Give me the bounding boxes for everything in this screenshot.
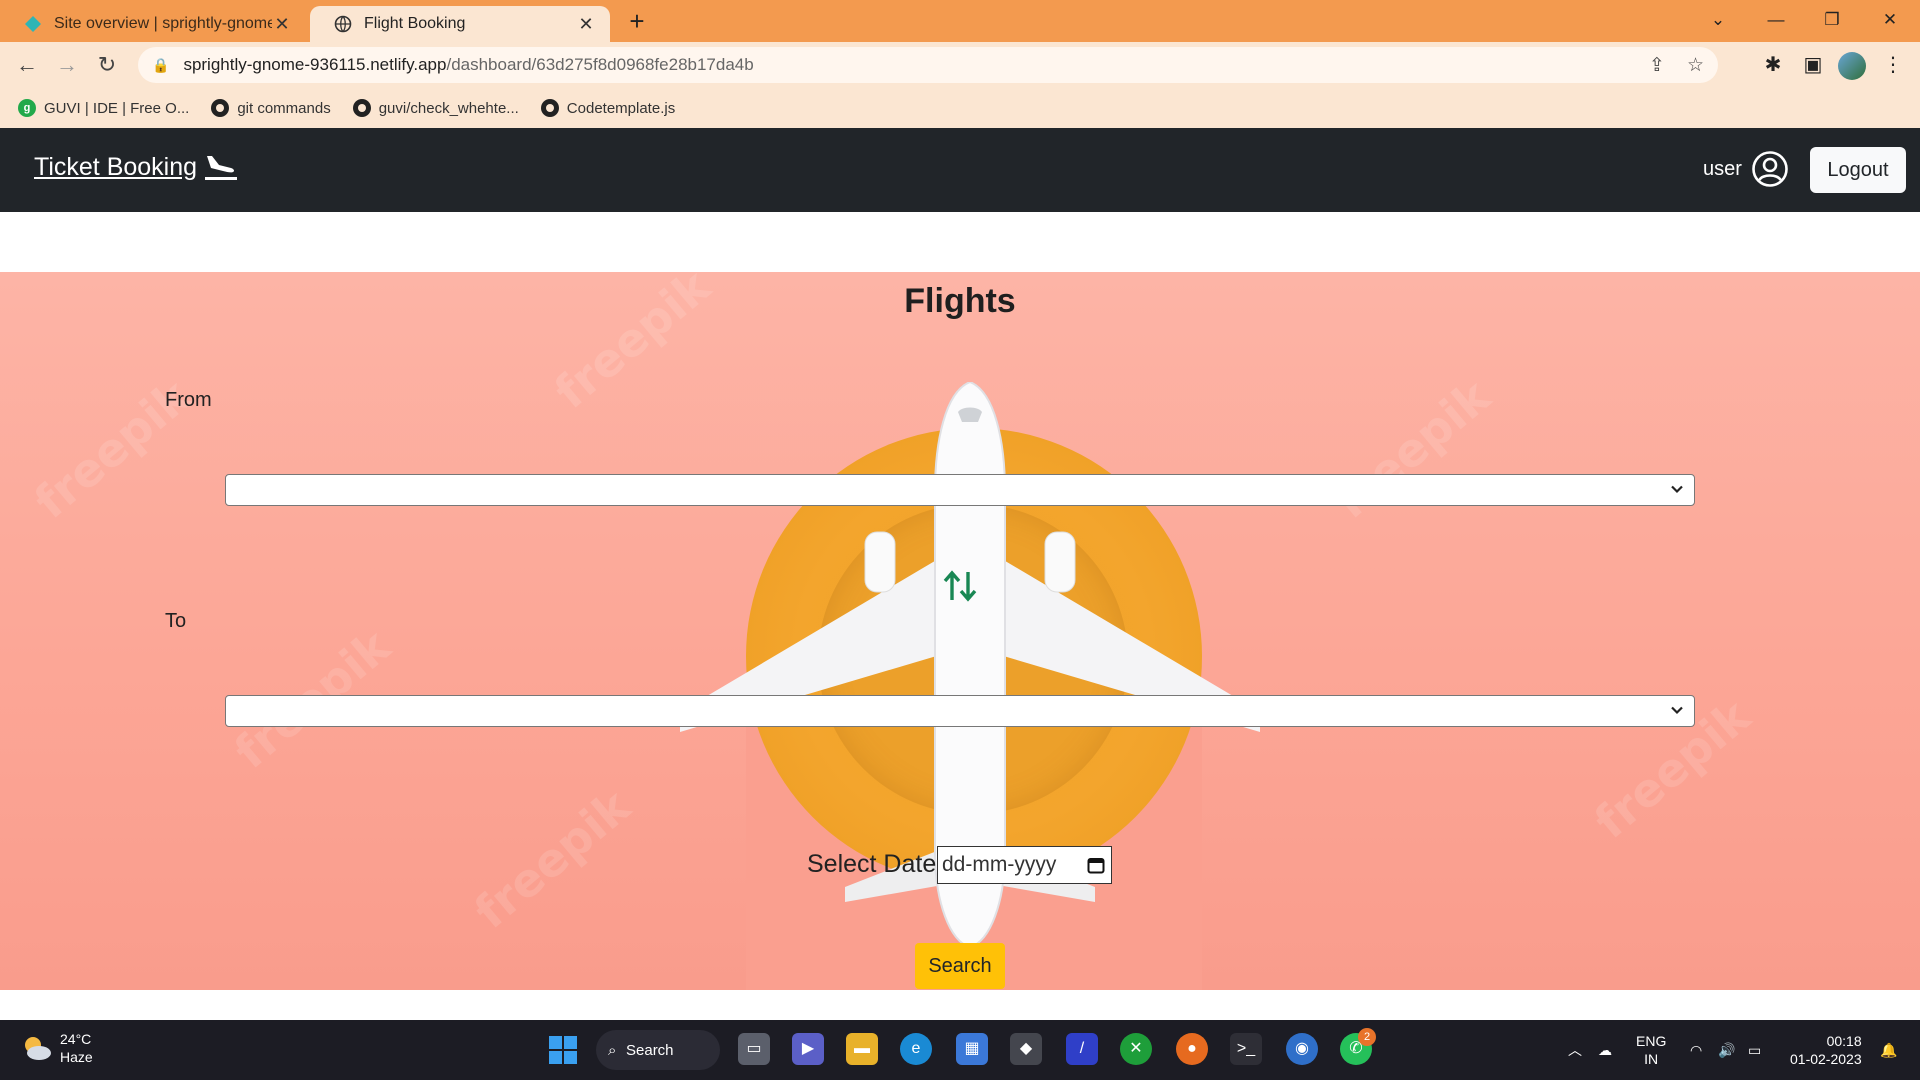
bookmark-guvi-check[interactable]: guvi/check_whehte... (352, 99, 519, 117)
weather-text: 24°C Haze (60, 1030, 93, 1066)
to-select[interactable] (225, 695, 1695, 727)
brand-link[interactable]: Ticket Booking (34, 152, 239, 182)
bookmark-star-icon[interactable]: ☆ (1687, 54, 1704, 77)
search-icon: ⌕ (608, 1041, 617, 1059)
from-select[interactable] (225, 474, 1695, 506)
page-footer-space (0, 990, 1920, 1020)
date-label: Select Date: (807, 850, 944, 878)
taskbar-search[interactable]: ⌕ Search (596, 1030, 720, 1070)
lock-icon[interactable]: 🔒 (152, 57, 169, 74)
browser-tab-strip: Site overview | sprightly-gnome-936115 ✕… (0, 0, 1920, 42)
clock-date: 01-02-2023 (1790, 1051, 1862, 1067)
reload-icon[interactable]: ↻ (92, 50, 122, 80)
bookmark-label: guvi/check_whehte... (378, 99, 519, 117)
extensions-icon[interactable]: ✱ (1758, 50, 1788, 80)
system-clock[interactable]: 00:18 01-02-2023 (1790, 1032, 1862, 1068)
github-icon (540, 99, 559, 117)
minimize-button[interactable]: — (1748, 0, 1804, 40)
editor-app-icon[interactable]: / (1066, 1033, 1098, 1065)
share-icon[interactable]: ⇪ (1649, 54, 1665, 77)
notification-badge: 2 (1358, 1028, 1376, 1046)
taskbar-search-label: Search (626, 1041, 674, 1059)
bookmark-git-commands[interactable]: git commands (211, 99, 331, 117)
unity-icon[interactable]: ◆ (1010, 1033, 1042, 1065)
tab-search-icon[interactable]: ⌄ (1690, 0, 1746, 40)
onedrive-icon[interactable]: ☁ (1598, 1020, 1612, 1080)
url-path: /dashboard/63d275f8d0968fe28b17da4b (446, 55, 754, 74)
bookmark-codetemplate[interactable]: Codetemplate.js (540, 99, 676, 117)
spacer (0, 212, 1920, 272)
flight-search-section: freepik freepik freepik freepik freepik … (0, 272, 1920, 990)
netlify-icon (25, 16, 41, 32)
chevron-down-icon (1671, 706, 1683, 715)
tab-title: Flight Booking (364, 15, 466, 32)
address-bar[interactable]: 🔒 sprightly-gnome-936115.netlify.app/das… (138, 47, 1718, 83)
close-tab-icon[interactable]: ✕ (576, 14, 596, 35)
airplane-landing-icon (205, 156, 238, 180)
notifications-icon[interactable]: 🔔 (1880, 1020, 1897, 1080)
github-icon (211, 99, 230, 117)
menu-icon[interactable]: ⋮ (1878, 50, 1908, 80)
weather-haze-icon (25, 1037, 51, 1060)
microsoft-store-icon[interactable]: ▦ (956, 1033, 988, 1065)
wifi-icon[interactable]: ◠ (1690, 1020, 1702, 1080)
weather-widget[interactable]: 24°C Haze (20, 1030, 93, 1066)
user-circle-icon[interactable] (1751, 150, 1789, 188)
language-region: IN (1644, 1051, 1659, 1067)
profile-avatar[interactable] (1838, 52, 1866, 80)
globe-icon (334, 15, 352, 33)
windows-start-icon[interactable] (548, 1035, 578, 1065)
windows-taskbar: 24°C Haze ⌕ Search ▭ ▶ ▬ e ▦ ◆ / ✕ ● >_ … (0, 1020, 1920, 1080)
battery-icon[interactable]: ▭ (1748, 1020, 1761, 1080)
url-host: sprightly-gnome-936115.netlify.app (183, 55, 447, 74)
tab-title: Site overview | sprightly-gnome-936115 (54, 15, 272, 32)
weather-temp: 24°C (60, 1031, 92, 1047)
close-window-button[interactable]: ✕ (1862, 0, 1918, 40)
logout-button[interactable]: Logout (1810, 147, 1906, 193)
weather-desc: Haze (60, 1049, 93, 1065)
file-explorer-icon[interactable]: ▬ (846, 1033, 878, 1065)
date-placeholder: dd-mm-yyyy (942, 853, 1057, 876)
browser-toolbar: ← → ↻ 🔒 sprightly-gnome-936115.netlify.a… (0, 42, 1920, 88)
to-label: To (165, 610, 187, 632)
guvi-icon: g (18, 99, 36, 117)
side-panel-icon[interactable]: ▣ (1798, 50, 1828, 80)
chevron-down-icon (1671, 485, 1683, 494)
show-hidden-icons[interactable]: ︿ (1568, 1020, 1582, 1080)
task-view-icon[interactable]: ▭ (738, 1033, 770, 1065)
bookmark-label: Codetemplate.js (566, 99, 676, 117)
bookmark-guvi[interactable]: g GUVI | IDE | Free O... (18, 99, 189, 117)
tab-site-overview[interactable]: Site overview | sprightly-gnome-936115 ✕ (0, 6, 306, 42)
terminal-icon[interactable]: >_ (1230, 1033, 1262, 1065)
github-icon (352, 99, 371, 117)
watermark-text: freepik (464, 779, 641, 939)
language-code: ENG (1636, 1033, 1667, 1049)
from-label: From (165, 389, 212, 411)
new-tab-button[interactable]: + (622, 6, 652, 36)
app-navbar: Ticket Booking user Logout (0, 128, 1920, 212)
user-label: user (1703, 158, 1742, 180)
restore-button[interactable]: ❐ (1804, 0, 1860, 40)
chrome-icon[interactable]: ◉ (1286, 1033, 1318, 1065)
date-field[interactable]: dd-mm-yyyy (937, 846, 1112, 884)
tab-flight-booking[interactable]: Flight Booking ✕ (310, 6, 610, 42)
page-title: Flights (904, 282, 1016, 320)
clock-time: 00:18 (1826, 1033, 1862, 1049)
swap-arrows-icon[interactable] (940, 568, 980, 604)
edge-icon[interactable]: e (900, 1033, 932, 1065)
xbox-icon[interactable]: ✕ (1120, 1033, 1152, 1065)
bookmark-label: git commands (237, 99, 331, 117)
firefox-icon[interactable]: ● (1176, 1033, 1208, 1065)
bookmark-label: GUVI | IDE | Free O... (44, 99, 190, 117)
teams-icon[interactable]: ▶ (792, 1033, 824, 1065)
brand-text: Ticket Booking (34, 152, 198, 181)
bookmarks-bar: g GUVI | IDE | Free O... git commands gu… (0, 88, 1920, 128)
search-button[interactable]: Search (915, 943, 1005, 989)
volume-icon[interactable]: 🔊 (1718, 1020, 1735, 1080)
forward-icon[interactable]: → (52, 50, 82, 80)
close-tab-icon[interactable]: ✕ (272, 14, 292, 35)
language-indicator[interactable]: ENG IN (1636, 1032, 1666, 1068)
back-icon[interactable]: ← (12, 50, 42, 80)
calendar-icon[interactable] (1087, 856, 1105, 874)
